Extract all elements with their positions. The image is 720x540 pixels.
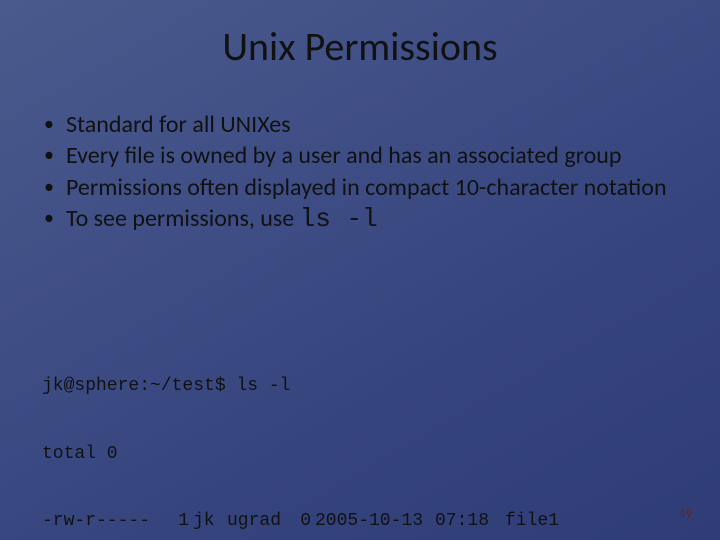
terminal-block: jk@sphere:~/test$ ls -l total 0 -rw-r---… [42, 330, 682, 540]
size-col: 0 [293, 510, 315, 533]
user-col: jk [193, 510, 227, 533]
bullet-text: Standard for all UNIXes [66, 110, 291, 139]
name-col: file1 [505, 510, 682, 533]
terminal-command-line: jk@sphere:~/test$ ls -l [42, 375, 682, 398]
bullet-list: Standard for all UNIXes Every file is ow… [42, 110, 682, 236]
bullet-item: To see permissions, use ls -l [42, 204, 682, 236]
links-col: 1 [167, 510, 193, 533]
slide-title: Unix Permissions [0, 22, 720, 71]
bullet-text: Every file is owned by a user and has an… [66, 141, 621, 170]
perm-col: -rw-r----- [42, 510, 167, 533]
inline-code: ls -l [300, 204, 378, 234]
group-col: ugrad [227, 510, 293, 533]
bullet-item: Permissions often displayed in compact 1… [42, 173, 682, 202]
time-col: 07:18 [435, 510, 505, 533]
slide-body: Standard for all UNIXes Every file is ow… [42, 110, 682, 238]
bullet-item: Every file is owned by a user and has an… [42, 141, 682, 170]
terminal-prompt: jk@sphere:~/test$ [42, 376, 236, 396]
page-number: 49 [679, 507, 692, 522]
bullet-item: Standard for all UNIXes [42, 110, 682, 139]
terminal-row: -rw-r----- 1 jk ugrad 0 2005-10-13 07:18… [42, 510, 682, 533]
date-col: 2005-10-13 [315, 510, 435, 533]
bullet-text: To see permissions, use [66, 204, 300, 233]
terminal-command: ls -l [236, 376, 290, 396]
bullet-text: Permissions often displayed in compact 1… [66, 173, 667, 202]
slide: Unix Permissions Standard for all UNIXes… [0, 0, 720, 540]
terminal-total-line: total 0 [42, 443, 682, 466]
